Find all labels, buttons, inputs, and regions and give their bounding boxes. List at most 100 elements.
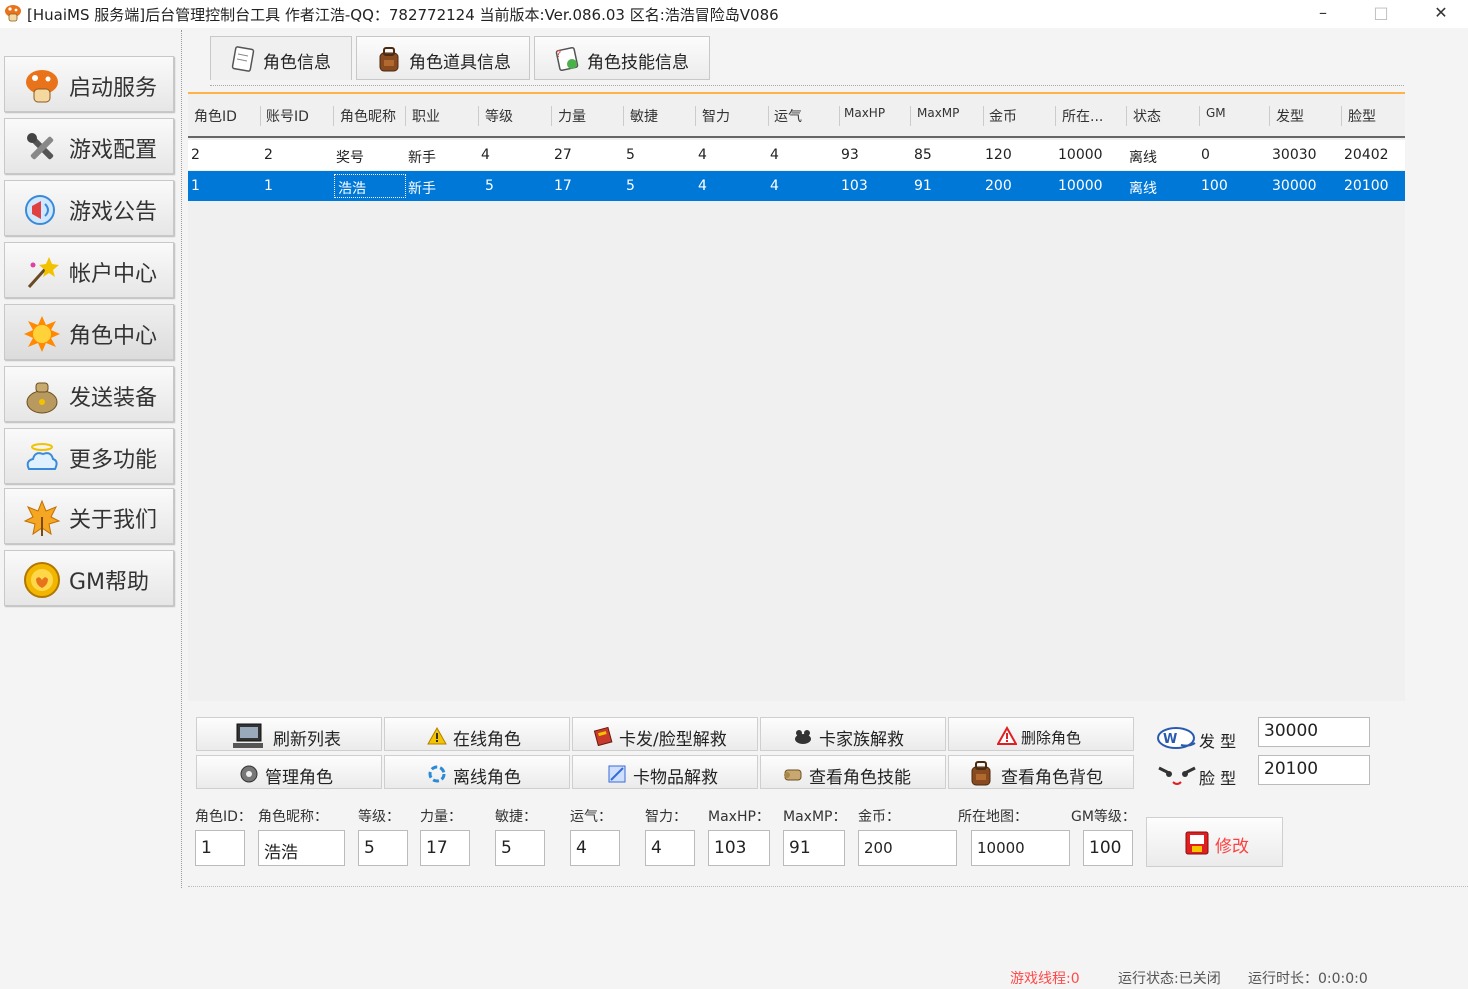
face-label-text: 脸 型 [1199,769,1237,788]
manage-character-button[interactable]: 管理角色 [196,755,382,789]
face-input[interactable]: 20100 [1258,755,1370,785]
column-header[interactable]: MaxHP [844,106,885,120]
column-header[interactable]: 等级 [485,106,513,126]
level-input[interactable]: 5 [358,830,408,866]
cell-meso: 120 [985,147,1012,163]
sidebar-item-game-config[interactable]: 游戏配置 [4,118,174,174]
meso-input[interactable]: 200 [858,830,957,866]
unstick-item-button[interactable]: 卡物品解救 [572,755,758,789]
button-label: 删除角色 [1021,729,1082,747]
cell-face: 20100 [1344,178,1389,194]
sidebar-item-label: 关于我们 [69,508,158,533]
tab-character-skills[interactable]: ? 角色技能信息 [534,36,710,80]
button-label: 查看角色技能 [809,768,911,788]
button-label: 在线角色 [453,730,521,750]
maxmp-input[interactable]: 91 [783,830,845,866]
table-row[interactable]: 2 2 奖号 新手 4 27 5 4 4 93 85 120 10000 离线 … [188,140,1405,170]
sidebar-item-character-center[interactable]: 角色中心 [4,304,174,360]
column-header[interactable]: 金币 [989,106,1017,126]
hair-input[interactable]: 30000 [1258,717,1370,747]
column-header[interactable]: 智力 [702,106,730,126]
sidebar-item-more-features[interactable]: 更多功能 [4,428,174,484]
int-input[interactable]: 4 [645,830,695,866]
maxhp-input[interactable]: 103 [708,830,770,866]
offline-characters-button[interactable]: 离线角色 [384,755,570,789]
button-label: 离线角色 [453,768,521,788]
cell-hair: 30000 [1272,178,1317,194]
column-header[interactable]: 账号ID [266,106,309,126]
column-header[interactable]: 角色昵称 [340,106,396,126]
tab-character-items[interactable]: 角色道具信息 [356,36,530,80]
column-header[interactable]: 敏捷 [630,106,658,126]
view-skills-button[interactable]: 查看角色技能 [760,755,946,789]
column-header[interactable]: 状态 [1133,106,1161,126]
modify-button[interactable]: 修改 [1146,817,1283,867]
hat-icon: W [1157,727,1196,749]
str-input[interactable]: 17 [420,830,470,866]
dex-input[interactable]: 5 [495,830,545,866]
cell-gm: 0 [1201,147,1210,163]
table-row-selected[interactable]: 1 1 浩浩 新手 5 17 5 4 4 103 91 200 10000 离线… [188,171,1405,201]
button-label: 管理角色 [265,768,333,788]
cell-nickname: 浩浩 [338,181,366,197]
level-label: 等级： [358,809,400,825]
meso-label: 金币： [858,809,900,825]
tab-label: 角色道具信息 [409,53,511,73]
column-header[interactable]: 脸型 [1348,106,1376,126]
backpack-icon [379,47,399,72]
modify-label: 修改 [1215,837,1249,857]
online-characters-button[interactable]: 在线角色 [384,717,570,751]
maximize-button[interactable]: □ [1358,0,1404,28]
sidebar-item-label: 帐户中心 [69,262,158,287]
luk-input[interactable]: 4 [570,830,620,866]
computer-icon [233,723,263,748]
column-header[interactable]: 职业 [412,106,440,126]
column-header[interactable]: 角色ID [194,106,237,126]
button-label: 查看角色背包 [1001,768,1103,788]
unstick-hair-face-button[interactable]: 卡发/脸型解救 [572,717,758,751]
cell-account-id: 1 [264,178,273,194]
sidebar-item-account-center[interactable]: 帐户中心 [4,242,174,298]
sidebar-item-label: 游戏公告 [69,200,158,225]
column-header[interactable]: 力量 [558,106,586,126]
column-header[interactable]: 运气 [774,106,802,126]
refresh-list-button[interactable]: 刷新列表 [196,717,382,751]
face-icon [1158,766,1196,785]
role-id-input[interactable]: 1 [195,830,245,866]
sidebar-item-gm-help[interactable]: GM帮助 [4,550,174,606]
notebook-icon [231,46,255,72]
wand-icon [27,257,59,289]
button-label: 卡家族解救 [819,730,904,750]
cell-status: 离线 [1129,181,1157,197]
sidebar-item-start-service[interactable]: 启动服务 [4,56,174,112]
column-header[interactable]: 所在... [1062,106,1103,126]
table-header: 角色ID 账号ID 角色昵称 职业 等级 力量 敏捷 智力 运气 MaxHP M… [188,94,1405,138]
column-header[interactable]: MaxMP [917,106,959,120]
megaphone-icon [25,195,55,225]
sidebar-item-label: 启动服务 [69,76,158,101]
sidebar-item-announcement[interactable]: 游戏公告 [4,180,174,236]
coin-icon [24,562,60,598]
sidebar-item-send-equipment[interactable]: 发送装备 [4,366,174,422]
unstick-family-button[interactable]: 卡家族解救 [760,717,946,751]
gear-icon [240,765,258,783]
cell-role-id: 1 [191,178,200,194]
minimize-button[interactable]: – [1300,0,1346,28]
skill-scroll-icon: ? [555,46,579,72]
column-header[interactable]: 发型 [1276,106,1304,126]
close-button[interactable]: ✕ [1418,0,1464,28]
map-input[interactable]: 10000 [971,830,1070,866]
warning-icon [427,726,447,745]
sidebar-item-label: GM帮助 [69,570,150,595]
title-bar: [HuaiMS 服务端]后台管理控制台工具 作者江浩-QQ：782772124 … [0,0,1468,28]
gm-level-input[interactable]: 100 [1083,830,1133,866]
column-header[interactable]: GM [1206,106,1226,120]
tab-character-info[interactable]: 角色信息 [210,36,352,80]
cell-hair: 30030 [1272,147,1317,163]
luk-label: 运气： [570,809,612,825]
sidebar-item-about-us[interactable]: 关于我们 [4,488,174,544]
maxhp-label: MaxHP： [708,809,770,825]
view-bag-button[interactable]: 查看角色背包 [948,755,1134,789]
delete-character-button[interactable]: 删除角色 [948,717,1134,751]
nickname-input[interactable]: 浩浩 [258,830,345,866]
